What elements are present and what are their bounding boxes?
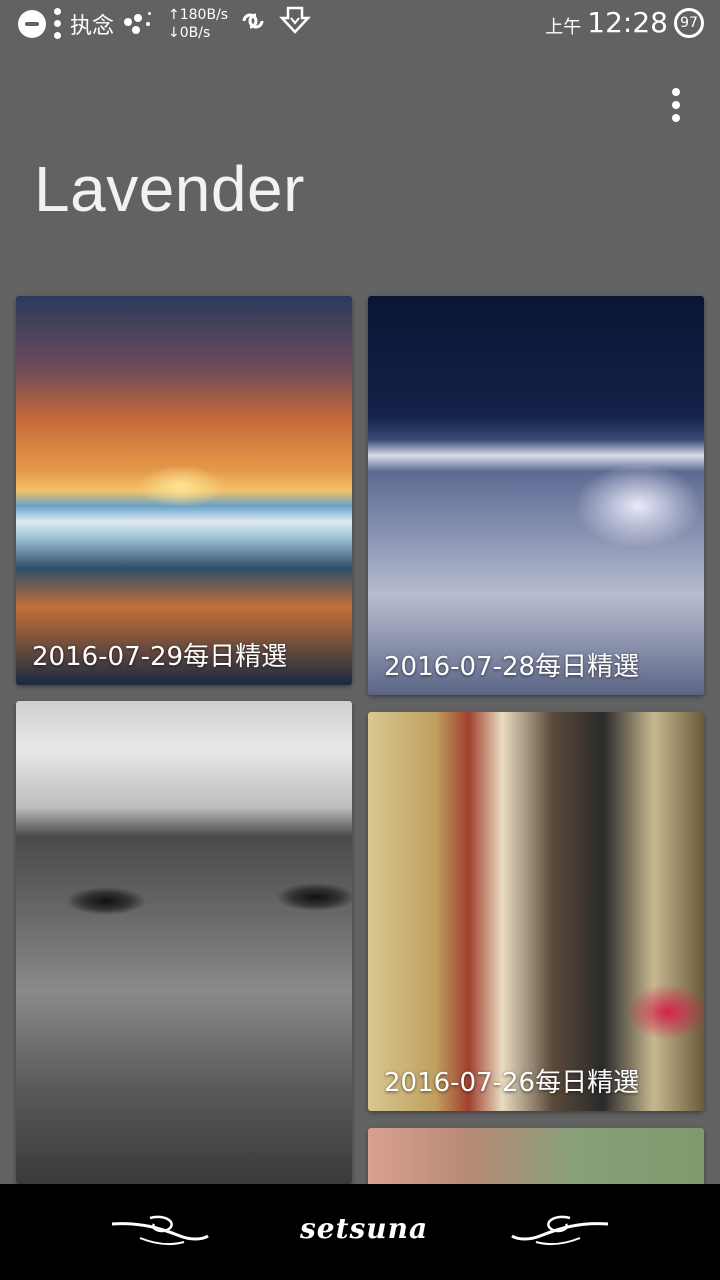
photo-image: [16, 701, 352, 1184]
battery-level: 97: [680, 14, 698, 31]
upload-speed: ↑180B/s: [168, 7, 229, 23]
flourish-left-icon[interactable]: [110, 1214, 210, 1250]
status-bar-left: 执念 ↑180B/s ↓0B/s: [18, 6, 312, 42]
photo-card[interactable]: 2016-07-28每日精選: [368, 296, 704, 695]
status-bar-right: 上午 12:28 97: [545, 6, 704, 39]
photo-caption: 2016-07-28每日精選: [384, 652, 640, 682]
flourish-right-icon[interactable]: [510, 1214, 610, 1250]
status-bar: 执念 ↑180B/s ↓0B/s 上午 12:28 97: [0, 0, 720, 50]
network-speed: ↑180B/s ↓0B/s: [168, 6, 228, 42]
download-speed: ↓0B/s: [168, 25, 211, 41]
clock-ampm: 上午: [545, 16, 582, 38]
cluster-icon: [122, 10, 156, 38]
clock-time: 12:28: [587, 6, 668, 39]
photo-card[interactable]: [16, 701, 352, 1184]
notification-dots-icon: [54, 6, 62, 42]
notification-app-label: 执念: [70, 14, 115, 39]
photo-card[interactable]: 2016-07-29每日精選: [16, 296, 352, 685]
do-not-disturb-icon: [18, 10, 46, 38]
battery-icon: 97: [674, 7, 704, 38]
more-vert-icon[interactable]: [660, 84, 692, 126]
photo-caption: 2016-07-29每日精選: [32, 642, 288, 672]
download-icon: [278, 6, 312, 42]
photo-image: [368, 296, 704, 695]
photo-caption: 2016-07-26每日精選: [384, 1068, 640, 1098]
photo-image: [368, 712, 704, 1111]
photo-card[interactable]: 2016-07-26每日精選: [368, 712, 704, 1111]
page-title: Lavender: [34, 153, 305, 225]
sync-icon: [236, 9, 270, 39]
photo-image: [16, 296, 352, 685]
brand-logo[interactable]: setsuna: [300, 1212, 428, 1245]
